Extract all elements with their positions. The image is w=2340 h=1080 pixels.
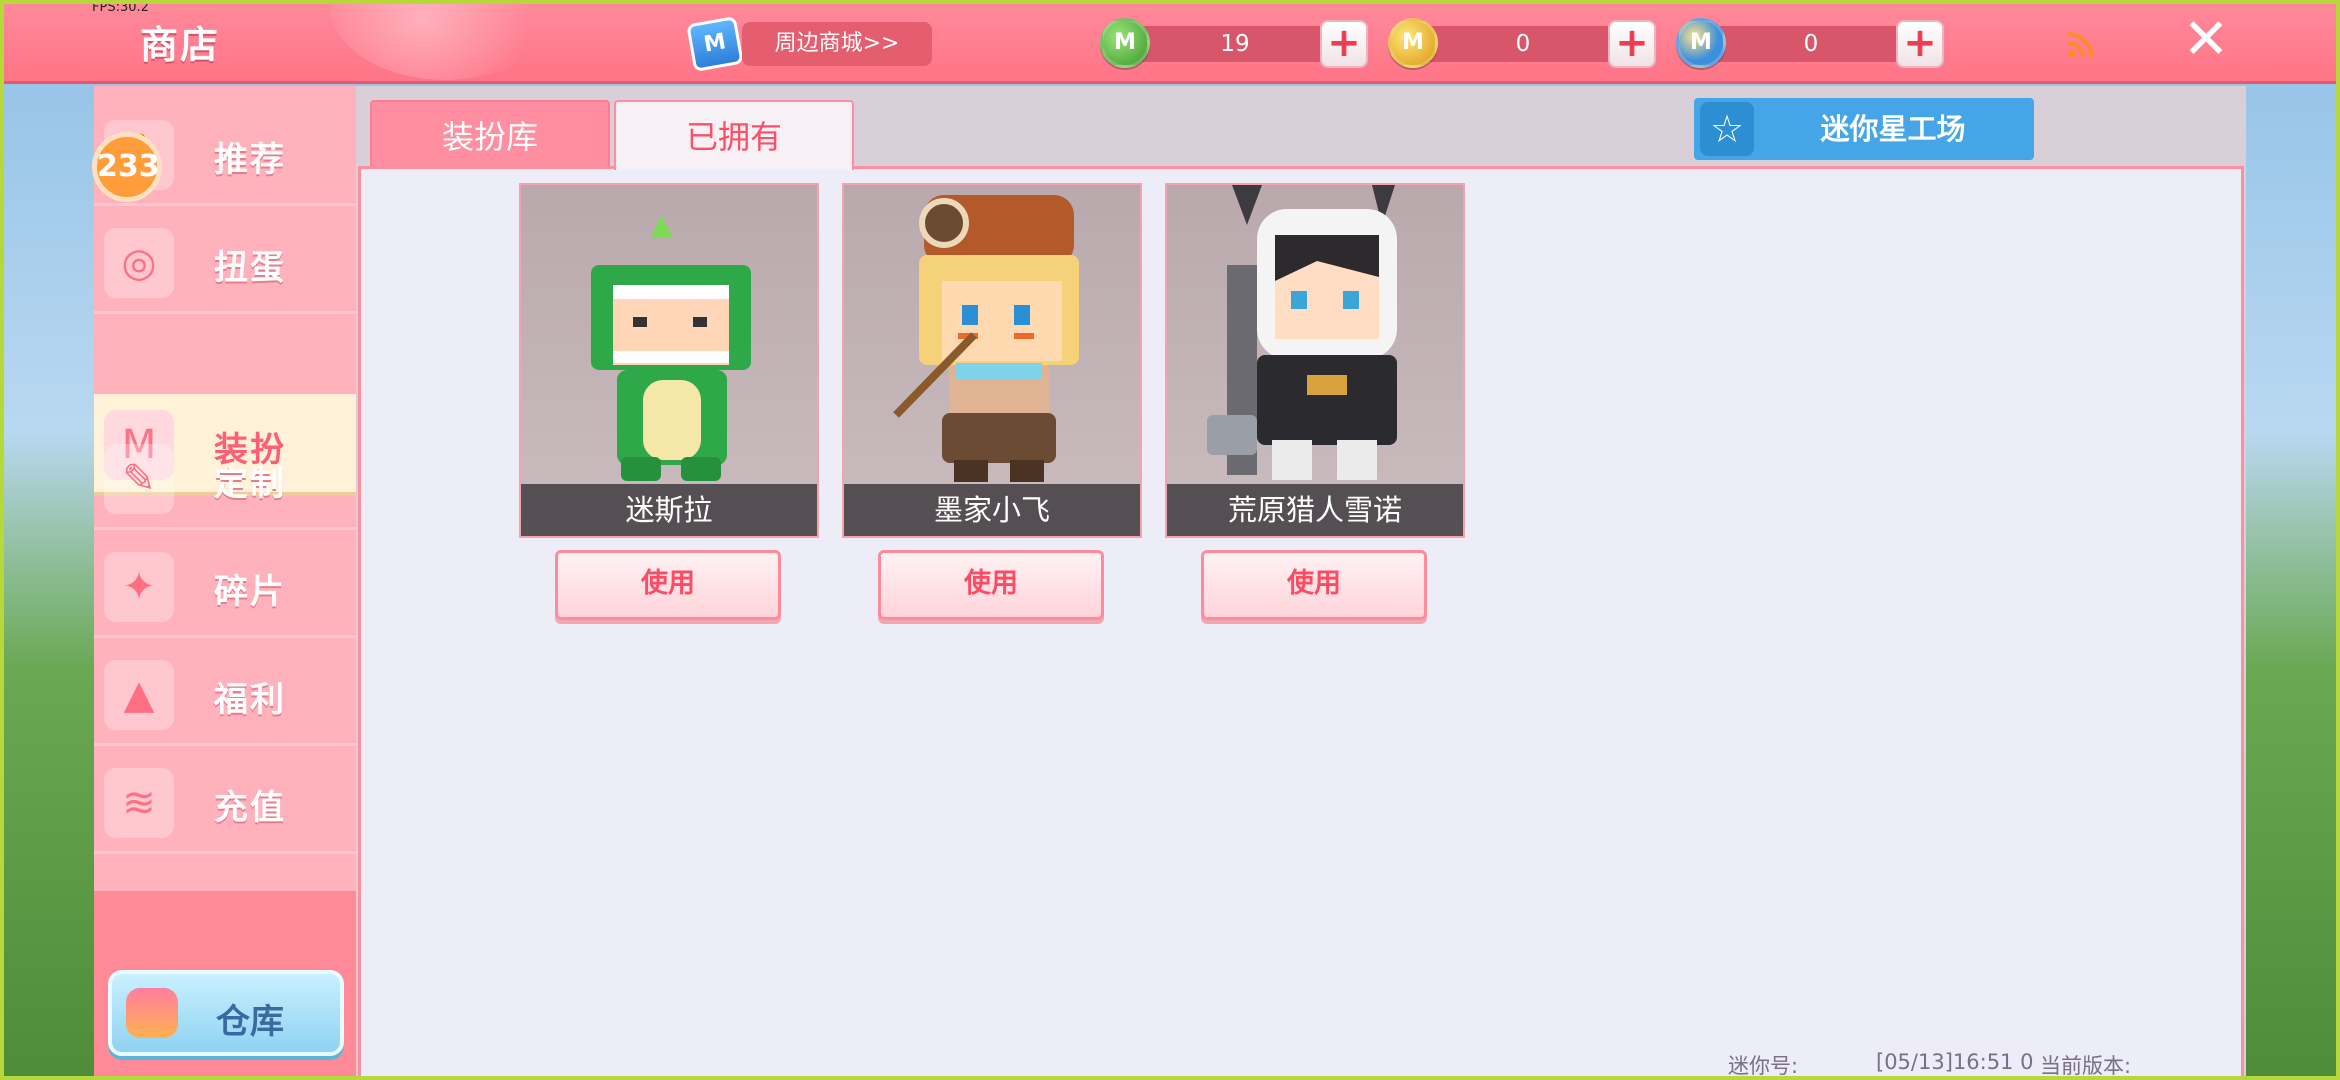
skin-name: 荒原猎人雪诺 (1167, 484, 1463, 536)
snow-hunter-character-image (1207, 185, 1397, 480)
skin-preview[interactable]: 墨家小飞 (842, 183, 1142, 538)
mini-workshop-label: 迷你星工场 (1820, 112, 1966, 146)
tab-owned[interactable]: 已拥有 (614, 100, 854, 170)
fragment-icon: ✦ (104, 552, 174, 622)
skin-name: 墨家小飞 (844, 484, 1140, 536)
skin-card: 墨家小飞 使用 (842, 183, 1142, 623)
sidebar-item-welfare[interactable]: ▲ 福利 (94, 644, 356, 746)
sidebar-item-gacha[interactable]: ◎ 扭蛋 (94, 212, 356, 314)
shopping-bag-icon: M (686, 16, 744, 72)
category-sidebar: 👍 推荐 ◎ 扭蛋 M 装扮 ✎ 定制 ✦ 碎片 ▲ 福利 ≋ 充值 (94, 86, 356, 1080)
merch-mall-button[interactable]: M 周边商城>> (686, 16, 936, 72)
gift-icon: ▲ (104, 660, 174, 730)
use-skin-button[interactable]: 使用 (1201, 550, 1427, 620)
sidebar-item-fragments[interactable]: ✦ 碎片 (94, 536, 356, 638)
skin-card: 迷斯拉 使用 (519, 183, 819, 623)
mini-workshop-button[interactable]: ☆ 迷你星工场 (1694, 98, 2034, 160)
sidebar-item-label: 充值 (214, 788, 286, 828)
page-title: 商店 (140, 23, 221, 67)
sidebar-item-label: 福利 (214, 680, 286, 720)
skin-grid: 迷斯拉 使用 墨家小飞 使用 荒原猎人雪诺 使用 (358, 166, 2244, 1080)
sidebar-item-custom[interactable]: ✎ 定制 (94, 428, 356, 530)
use-skin-button[interactable]: 使用 (555, 550, 781, 620)
skin-preview[interactable]: 迷斯拉 (519, 183, 819, 538)
xiaofei-character-image (893, 195, 1079, 482)
sidebar-item-recharge[interactable]: ≋ 充值 (94, 752, 356, 854)
moon-decoration (330, 0, 560, 80)
merch-mall-label: 周边商城>> (742, 22, 932, 66)
sidebar-item-label: 定制 (214, 464, 286, 504)
chest-icon (126, 988, 178, 1038)
version-label: 当前版本: (2040, 1054, 2132, 1078)
dino-character-image (591, 215, 751, 481)
close-icon[interactable]: ✕ (2176, 10, 2236, 70)
pencil-ruler-icon: ✎ (104, 444, 174, 514)
skin-preview[interactable]: 荒原猎人雪诺 (1165, 183, 1465, 538)
use-skin-button[interactable]: 使用 (878, 550, 1104, 620)
skin-name: 迷斯拉 (521, 484, 817, 536)
currency-green-gem: 19 M + (1100, 18, 1390, 68)
main-panel: 装扮库 已拥有 ☆ 迷你星工场 迷斯拉 使用 墨家小飞 使用 荒原猎人雪诺 使用 (356, 86, 2246, 1080)
gold-coin-icon: M (1388, 18, 1438, 68)
add-green-gem-button[interactable]: + (1320, 20, 1368, 68)
currency-blue-coin: 0 M + (1676, 18, 1966, 68)
skin-card: 荒原猎人雪诺 使用 (1165, 183, 1465, 623)
currency-gold-coin: 0 M + (1388, 18, 1678, 68)
warehouse-button[interactable]: 仓库 (108, 970, 344, 1056)
add-gold-coin-button[interactable]: + (1608, 20, 1656, 68)
datetime-text: [05/13]16:51 0 (1876, 1050, 2034, 1074)
sidebar-item-label: 碎片 (214, 572, 286, 612)
sidebar-item-label: 推荐 (214, 140, 286, 180)
sidebar-item-label: 扭蛋 (214, 248, 286, 288)
notification-badge: 233 (92, 132, 162, 202)
currency-value: 19 (1120, 26, 1350, 62)
green-gem-icon: M (1100, 18, 1150, 68)
currency-value: 0 (1408, 26, 1638, 62)
star-icon: ☆ (1700, 102, 1754, 156)
coin-stack-icon: ≋ (104, 768, 174, 838)
warehouse-label: 仓库 (216, 1002, 284, 1042)
category-list: 👍 推荐 ◎ 扭蛋 M 装扮 ✎ 定制 ✦ 碎片 ▲ 福利 ≋ 充值 (94, 86, 356, 891)
add-blue-coin-button[interactable]: + (1896, 20, 1944, 68)
blue-coin-icon: M (1676, 18, 1726, 68)
currency-value: 0 (1696, 26, 1926, 62)
fps-counter: FPS:30.2 (92, 0, 149, 15)
mini-id-label: 迷你号: (1728, 1054, 1799, 1078)
gacha-icon: ◎ (104, 228, 174, 298)
top-bar: FPS:30.2 商店 M 周边商城>> 19 M + 0 M + 0 M + … (0, 0, 2340, 84)
tab-outfit-library[interactable]: 装扮库 (370, 100, 610, 170)
rss-feed-icon[interactable] (2066, 30, 2096, 60)
